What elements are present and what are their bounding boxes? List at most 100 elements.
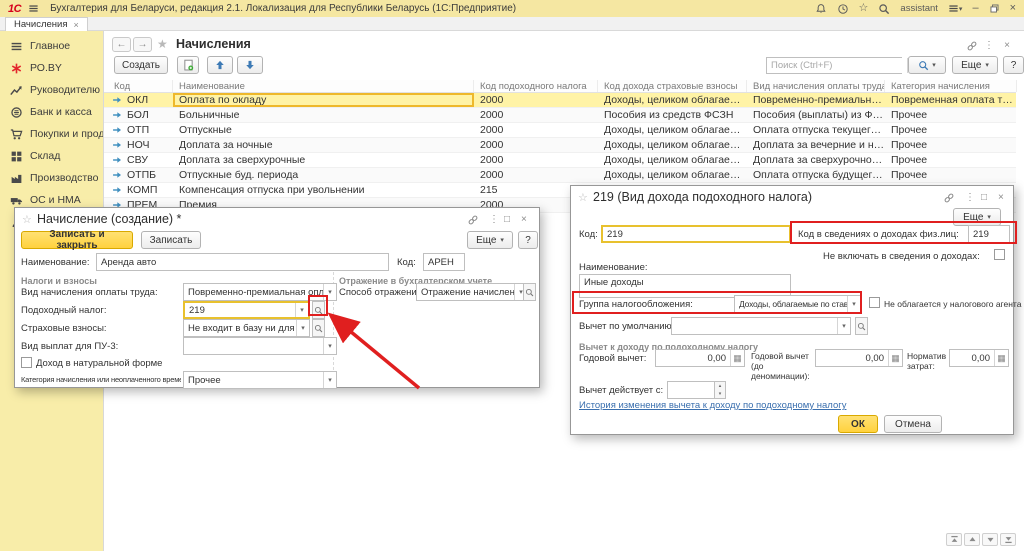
income-tax-open-button[interactable]	[312, 301, 325, 319]
history-icon[interactable]	[837, 3, 849, 15]
table-row[interactable]: БОЛ Больничные2000 Пособия из средств ФС…	[104, 108, 1016, 123]
table-row[interactable]: НОЧ Доплата за ночные2000 Доходы, целико…	[104, 138, 1016, 153]
code-field[interactable]: АРЕН	[423, 253, 465, 271]
col-header-insurance[interactable]: Код дохода страховые взносы	[598, 80, 747, 92]
save-button[interactable]: Записать	[141, 231, 201, 249]
income-tax-field[interactable]: 219▾	[183, 301, 310, 319]
annual-denom-field[interactable]: 0,00▦	[815, 349, 903, 367]
close-dialog-icon[interactable]: ×	[521, 214, 527, 225]
more-dots-icon[interactable]: ⋮	[984, 40, 994, 51]
inkind-checkbox[interactable]	[21, 357, 32, 368]
col-header-name[interactable]: Наименование	[173, 80, 474, 92]
truck-icon	[10, 194, 23, 207]
favorite-star-icon[interactable]: ☆	[22, 213, 32, 226]
annual-deduction-field[interactable]: 0,00▦	[655, 349, 745, 367]
default-deduction-open-button[interactable]	[855, 317, 868, 335]
cart-icon	[10, 128, 23, 141]
code-field[interactable]: 219	[601, 225, 791, 243]
favorite-star-icon[interactable]: ☆	[578, 191, 588, 204]
maximize-icon[interactable]: □	[504, 214, 510, 225]
default-deduction-field[interactable]: ▾	[671, 317, 851, 335]
table-row[interactable]: ОТПБ Отпускные буд. периода2000 Доходы, …	[104, 168, 1016, 183]
go-previous-button[interactable]	[964, 533, 980, 546]
favorite-star-icon[interactable]: ★	[157, 37, 168, 51]
category-label: Категория начисления или неоплаченного в…	[21, 375, 181, 384]
move-down-button[interactable]	[237, 56, 263, 74]
table-row[interactable]: СВУ Доплата за сверхурочные2000 Доходы, …	[104, 153, 1016, 168]
save-and-close-button[interactable]: Записать и закрыть	[21, 231, 133, 249]
minimize-window-icon[interactable]: –	[972, 3, 978, 14]
col-header-tax-code[interactable]: Код подоходного налога	[474, 80, 598, 92]
ok-button[interactable]: ОК	[838, 415, 878, 433]
tab-nachisleniya[interactable]: Начисления ×	[5, 17, 88, 31]
close-window-icon[interactable]: ×	[1010, 3, 1016, 14]
reflection-label: Способ отражения:	[339, 287, 424, 298]
sidebar-item-sklad[interactable]: Склад	[0, 145, 103, 167]
more-button[interactable]: Еще▾	[952, 56, 998, 74]
go-last-button[interactable]	[1000, 533, 1016, 546]
catalog-item-icon	[112, 170, 122, 180]
help-button[interactable]: ?	[1003, 56, 1024, 74]
col-header-category[interactable]: Категория начисления	[885, 80, 1017, 92]
valid-from-spinner[interactable]: ▴▾	[715, 381, 726, 399]
get-link-icon[interactable]	[966, 40, 978, 55]
exclude-checkbox[interactable]	[994, 249, 1005, 260]
more-button[interactable]: Еще▾	[953, 208, 1001, 226]
more-dots-icon[interactable]: ⋮	[965, 192, 975, 203]
user-menu-icon[interactable]: ▾	[948, 3, 963, 14]
norm-field[interactable]: 0,00▦	[949, 349, 1009, 367]
search-settings-button[interactable]: ▾	[908, 56, 946, 74]
restore-window-icon[interactable]	[989, 3, 1000, 14]
income-type-dialog: ☆ 219 (Вид дохода подоходного налога) ⋮ …	[570, 185, 1014, 435]
accrual-type-field[interactable]: Повременно-премиальная оплата труда▾	[183, 283, 337, 301]
chart-icon	[10, 84, 23, 97]
table-row[interactable]: ОТП Отпускные2000 Доходы, целиком облага…	[104, 123, 1016, 138]
search-input[interactable]	[767, 58, 907, 73]
reflection-open-button[interactable]	[523, 283, 536, 301]
insurance-field[interactable]: Не входит в базу ни для одного из ▾	[183, 319, 310, 337]
valid-from-field[interactable]	[667, 381, 715, 399]
forward-button[interactable]: →	[133, 37, 152, 52]
get-link-icon[interactable]	[467, 214, 479, 229]
category-field[interactable]: Прочее▾	[183, 371, 337, 389]
close-form-icon[interactable]: ×	[1004, 40, 1010, 51]
sidebar-item-glavnoe[interactable]: Главное	[0, 35, 103, 57]
sidebar-item-ro-by[interactable]: РО.BY	[0, 57, 103, 79]
sidebar-item-pokupki-i-prodazhi[interactable]: Покупки и продажи	[0, 123, 103, 145]
favorites-star-icon[interactable]: ☆	[859, 3, 869, 14]
go-next-button[interactable]	[982, 533, 998, 546]
go-first-button[interactable]	[946, 533, 962, 546]
deduction-history-link[interactable]: История изменения вычета к доходу по под…	[579, 400, 846, 411]
cancel-button[interactable]: Отмена	[884, 415, 942, 433]
no-agent-checkbox[interactable]	[869, 297, 880, 308]
sidebar-item-rukovoditelyu[interactable]: Руководителю	[0, 79, 103, 101]
get-link-icon[interactable]	[943, 192, 955, 207]
insurance-open-button[interactable]	[312, 319, 325, 337]
search-icon[interactable]	[878, 3, 890, 15]
tab-close-icon[interactable]: ×	[73, 20, 78, 30]
sidebar-item-bank-i-kassa[interactable]: Банк и касса	[0, 101, 103, 123]
help-button[interactable]: ?	[518, 231, 538, 249]
catalog-item-icon	[112, 155, 122, 165]
name-field[interactable]: Аренда авто	[96, 253, 389, 271]
sidebar-item-proizvodstvo[interactable]: Производство	[0, 167, 103, 189]
col-header-code[interactable]: Код	[104, 80, 173, 92]
move-up-button[interactable]	[207, 56, 233, 74]
maximize-icon[interactable]: □	[981, 192, 987, 203]
pu3-field[interactable]: ▾	[183, 337, 337, 355]
back-button[interactable]: ←	[112, 37, 131, 52]
more-dots-icon[interactable]: ⋮	[489, 214, 499, 225]
more-button[interactable]: Еще▾	[467, 231, 513, 249]
notifications-bell-icon[interactable]	[815, 3, 827, 15]
dropdown-icon: ▾	[847, 296, 860, 312]
close-dialog-icon[interactable]: ×	[998, 192, 1004, 203]
tax-group-field[interactable]: Доходы, облагаемые по ставке 13%▾	[734, 295, 861, 313]
reflection-field[interactable]: Отражение начислений по умол▾	[416, 283, 528, 301]
code-info-field[interactable]: 219	[968, 225, 1010, 243]
create-group-button[interactable]	[177, 56, 199, 74]
create-button[interactable]: Создать	[114, 56, 168, 74]
current-user-label[interactable]: assistant	[900, 3, 938, 14]
col-header-accrual-type[interactable]: Вид начисления оплаты труда	[747, 80, 885, 92]
table-row[interactable]: ОКЛ Оплата по окладу2000 Доходы, целиком…	[104, 93, 1016, 108]
main-menu-icon[interactable]	[28, 3, 39, 14]
